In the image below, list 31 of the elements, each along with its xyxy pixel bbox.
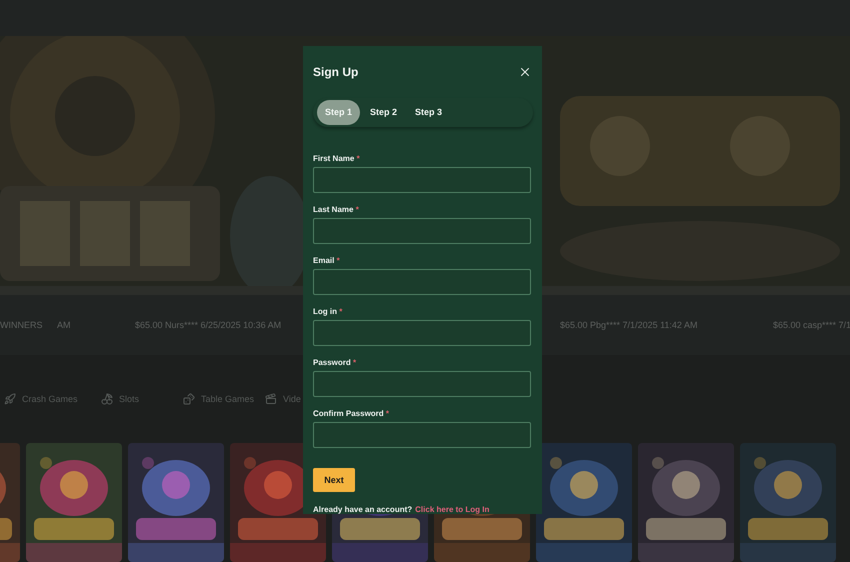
ticker-text: AM (57, 320, 72, 330)
field-label: Log in * (313, 306, 344, 316)
input-field[interactable] (313, 268, 531, 295)
field-label: Password * (313, 358, 358, 367)
dice-icon (183, 393, 195, 405)
clapperboard-icon (265, 393, 277, 405)
input-field[interactable] (313, 320, 531, 346)
category-tab[interactable]: Slots (119, 394, 140, 404)
input-field[interactable] (313, 370, 531, 397)
input-field[interactable] (313, 422, 531, 448)
step-tab[interactable]: Step 3 (407, 100, 450, 125)
login-link[interactable]: Click here to Log In (415, 505, 490, 514)
footer-text: Already have an account? (313, 505, 412, 514)
field-label: Email * (313, 256, 341, 265)
rocket-icon (4, 393, 16, 405)
input-field[interactable] (313, 218, 531, 244)
step-tab[interactable]: Step 2 (362, 100, 406, 125)
next-button[interactable]: Next (313, 468, 355, 492)
step-tab[interactable]: Step 1 (317, 100, 360, 125)
category-tab[interactable]: Vide (283, 394, 301, 404)
cherry-icon (101, 393, 113, 405)
field-label: Confirm Password * (313, 408, 390, 418)
field-label: Last Name * (313, 204, 360, 214)
field-label: First Name * (313, 154, 361, 163)
dialog-title: Sign Up (313, 64, 358, 79)
input-field[interactable] (313, 166, 531, 193)
ticker-text: WINNERS (0, 320, 44, 330)
ticker-text: $65.00 Pbg**** 7/1/2025 11:42 AM (560, 320, 698, 330)
ticker-text: $65.00 Nurs**** 6/25/2025 10:36 AM (135, 320, 282, 330)
category-tab[interactable]: Crash Games (22, 394, 78, 404)
category-tab[interactable]: Table Games (201, 394, 254, 404)
